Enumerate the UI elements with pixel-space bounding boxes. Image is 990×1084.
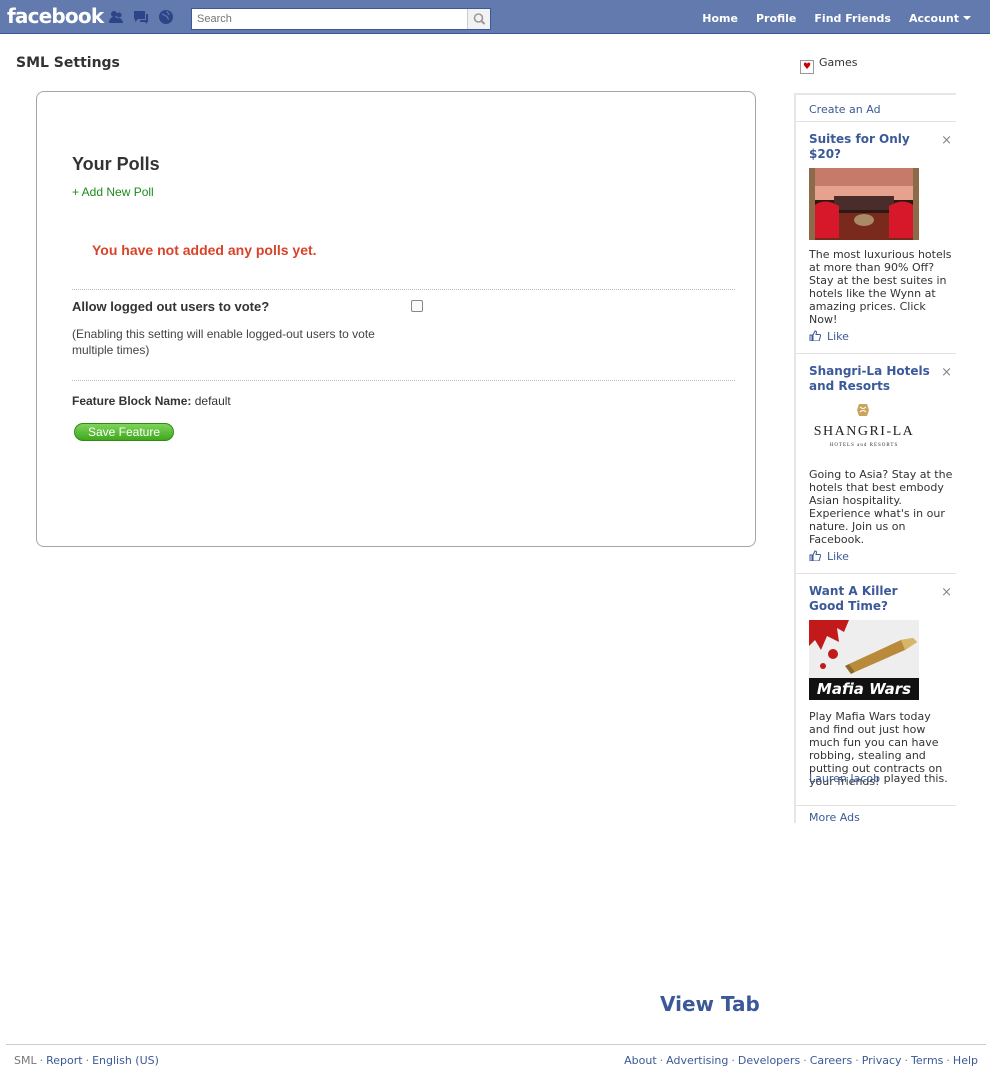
empty-polls-message: You have not added any polls yet. xyxy=(92,242,317,258)
footer-right: About · Advertising · Developers · Careers · Pri… xyxy=(624,1054,978,1067)
logged-out-vote-checkbox[interactable] xyxy=(411,300,423,312)
save-feature-button[interactable]: Save Feature xyxy=(74,423,174,441)
nav-account-label: Account xyxy=(908,12,959,25)
chevron-down-icon xyxy=(963,16,971,20)
close-icon[interactable]: × xyxy=(941,585,952,600)
notifications-globe-icon[interactable] xyxy=(158,9,174,25)
polls-panel: Your Polls + Add New Poll You have not a… xyxy=(36,91,756,547)
footer-terms-link[interactable]: Terms xyxy=(911,1054,943,1067)
nav-profile[interactable]: Profile xyxy=(747,0,805,34)
mafia-wars-image-text: Mafia Wars xyxy=(816,680,912,698)
more-ads-link[interactable]: More Ads xyxy=(809,811,860,824)
friend-requests-icon[interactable] xyxy=(108,9,124,25)
page-title: SML Settings xyxy=(16,55,120,71)
thumbs-up-icon xyxy=(809,330,821,341)
friend-name-link[interactable]: Lauren Jacob xyxy=(809,772,880,785)
nav-account[interactable]: Account xyxy=(900,0,980,34)
search-icon xyxy=(473,13,486,25)
ad-title[interactable]: Shangri-La Hotels and Resorts xyxy=(809,364,934,394)
ad-title[interactable]: Suites for Only $20? xyxy=(809,132,934,162)
footer-advertising-link[interactable]: Advertising xyxy=(666,1054,728,1067)
ads-column: Create an Ad Suites for Only $20? × The … xyxy=(794,93,956,824)
footer-about-link[interactable]: About xyxy=(624,1054,657,1067)
thumbs-up-icon xyxy=(809,550,821,561)
feature-block-name-label: Feature Block Name: xyxy=(72,394,192,408)
like-button[interactable]: Like xyxy=(809,550,849,563)
nav-home[interactable]: Home xyxy=(693,0,747,34)
ad-suites: Suites for Only $20? × The most luxuriou… xyxy=(796,121,956,353)
like-label: Like xyxy=(827,550,849,563)
footer-brand: SML xyxy=(14,1054,37,1067)
footer-report-link[interactable]: Report xyxy=(46,1054,82,1067)
feature-block-name-value: default xyxy=(194,394,231,408)
facebook-logo[interactable]: facebook xyxy=(7,4,104,28)
nav-find-friends[interactable]: Find Friends xyxy=(805,0,900,34)
games-label: Games xyxy=(819,56,858,69)
ad-title[interactable]: Want A Killer Good Time? xyxy=(809,584,934,614)
search-input[interactable] xyxy=(192,9,467,29)
view-tab-link[interactable]: View Tab xyxy=(660,992,760,1016)
logged-out-vote-help: (Enabling this setting will enable logge… xyxy=(72,327,375,357)
games-cards-icon: ♥ xyxy=(800,60,814,74)
search-button[interactable] xyxy=(467,9,490,29)
footer-privacy-link[interactable]: Privacy xyxy=(862,1054,902,1067)
search-box[interactable] xyxy=(191,8,491,30)
hotel-suite-image[interactable] xyxy=(809,168,919,240)
games-link[interactable]: ♥ Games xyxy=(800,56,857,74)
like-button[interactable]: Like xyxy=(809,330,849,343)
ad-body: The most luxurious hotels at more than 9… xyxy=(809,248,952,326)
divider xyxy=(72,380,735,381)
close-icon[interactable]: × xyxy=(941,365,952,380)
ad-mafia-wars: Want A Killer Good Time? × Mafia Wars Pl… xyxy=(796,573,956,805)
divider xyxy=(72,289,735,290)
ad-social-context: Lauren Jacob played this. xyxy=(809,772,954,785)
footer-language-link[interactable]: English (US) xyxy=(92,1054,159,1067)
shangri-la-logo-image[interactable]: SHANGRI-LA HOTELS and RESORTS xyxy=(809,402,919,458)
footer: SML · Report · English (US) About · Advertisin… xyxy=(6,1044,986,1067)
ad-body: Going to Asia? Stay at the hotels that b… xyxy=(809,468,953,546)
polls-heading: Your Polls xyxy=(72,154,160,174)
messages-icon[interactable] xyxy=(133,9,149,25)
create-an-ad-link[interactable]: Create an Ad xyxy=(809,103,881,116)
ad-shangri-la: Shangri-La Hotels and Resorts × SHANGRI-… xyxy=(796,353,956,573)
top-nav: Home Profile Find Friends Account xyxy=(693,0,980,34)
footer-help-link[interactable]: Help xyxy=(953,1054,978,1067)
footer-developers-link[interactable]: Developers xyxy=(738,1054,800,1067)
friend-action: played this. xyxy=(883,772,948,785)
logged-out-vote-label: Allow logged out users to vote? xyxy=(72,299,270,314)
close-icon[interactable]: × xyxy=(941,133,952,148)
divider xyxy=(796,805,956,806)
shangri-la-logo-subtext: HOTELS and RESORTS xyxy=(829,443,899,448)
footer-careers-link[interactable]: Careers xyxy=(810,1054,853,1067)
footer-left: SML · Report · English (US) xyxy=(14,1054,159,1067)
add-new-poll-link[interactable]: + Add New Poll xyxy=(72,185,154,199)
shangri-la-logo-text: SHANGRI-LA xyxy=(813,424,915,439)
like-label: Like xyxy=(827,330,849,343)
top-bar: facebook Home Profile Find Friends Accou… xyxy=(0,0,990,34)
feature-block-name: Feature Block Name: default xyxy=(72,394,231,408)
mafia-wars-image[interactable]: Mafia Wars xyxy=(809,620,919,700)
